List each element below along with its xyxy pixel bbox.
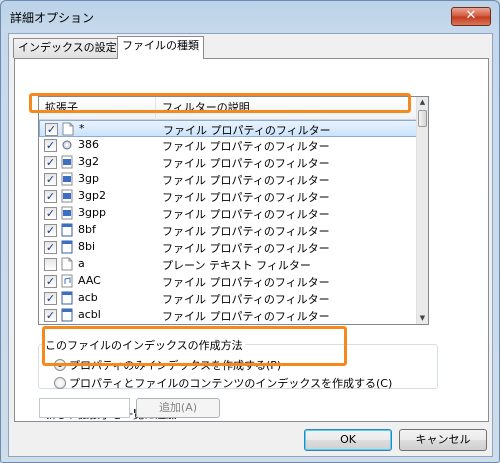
row-checkbox[interactable]: ✓ — [44, 173, 57, 186]
tab-file-types[interactable]: ファイルの種類 — [117, 36, 204, 59]
gear-file-icon — [61, 138, 73, 152]
window-file-icon — [61, 240, 73, 254]
window-title: 詳細オプション — [10, 11, 95, 25]
video-file-icon — [61, 155, 73, 169]
column-header-description[interactable]: フィルターの説明 — [156, 97, 417, 120]
file-type-list[interactable]: 拡張子 フィルターの説明 ✓ * ファイル プロパティのフィルター ✓ 386 ファイル … — [38, 96, 429, 325]
table-row[interactable]: ✓ 3gp2 ファイル プロパティのフィルター — [39, 188, 417, 205]
table-row[interactable]: ✓ 8bi ファイル プロパティのフィルター — [39, 239, 417, 256]
tab-index-settings[interactable]: インデックスの設定 — [13, 38, 122, 58]
table-row[interactable]: ✓ acb ファイル プロパティのフィルター — [39, 290, 417, 307]
list-header: 拡張子 フィルターの説明 — [39, 97, 417, 120]
index-method-label: このファイルのインデックスの作成方法 — [43, 337, 245, 353]
table-row[interactable]: ✓ 8bf ファイル プロパティのフィルター — [39, 222, 417, 239]
row-extension: 3gp — [78, 172, 99, 185]
list-rows: ✓ * ファイル プロパティのフィルター ✓ 386 ファイル プロパティのフィルター ✓ 3… — [39, 120, 417, 325]
add-extension-button[interactable]: 追加(A) — [136, 398, 220, 418]
close-button[interactable]: ✕ — [451, 7, 491, 26]
row-extension: 3g2 — [78, 155, 99, 168]
row-checkbox[interactable]: ✓ — [44, 241, 57, 254]
blank-file-icon — [61, 257, 73, 271]
row-extension: * — [79, 122, 85, 135]
radio-properties-and-content[interactable] — [54, 377, 66, 389]
dialog-window: 詳細オプション ✕ インデックスの設定 ファイルの種類 拡張子 フィルターの説明… — [0, 0, 500, 463]
row-checkbox[interactable]: ✓ — [44, 156, 57, 169]
table-row[interactable]: ✓ 3gp ファイル プロパティのフィルター — [39, 171, 417, 188]
table-row[interactable]: ✓ AAC ファイル プロパティのフィルター — [39, 273, 417, 290]
row-checkbox[interactable]: ✓ — [44, 207, 57, 220]
row-checkbox[interactable]: ✓ — [44, 139, 57, 152]
row-description: ファイル プロパティのフィルター — [162, 191, 330, 204]
radio-properties-only-label[interactable]: プロパティのみインデックスを作成する(P) — [69, 357, 281, 373]
scroll-down-icon[interactable]: ▼ — [417, 313, 428, 324]
radio-selected-dot — [58, 363, 62, 367]
list-scrollbar[interactable]: ▲ ▼ — [416, 97, 428, 324]
column-header-extension[interactable]: 拡張子 — [39, 97, 156, 120]
radio-properties-only[interactable] — [54, 359, 66, 371]
row-description: ファイル プロパティのフィルター — [162, 242, 330, 255]
row-description: ファイル プロパティのフィルター — [163, 124, 331, 137]
row-description: ファイル プロパティのフィルター — [162, 293, 330, 306]
dialog-client: インデックスの設定 ファイルの種類 拡張子 フィルターの説明 ✓ * ファイル プロ… — [8, 33, 493, 457]
window-file-icon — [61, 308, 73, 322]
row-description: ファイル プロパティのフィルター — [162, 225, 330, 238]
row-description: ファイル プロパティのフィルター — [162, 140, 330, 153]
new-extension-input[interactable] — [39, 398, 130, 418]
row-description: ファイル プロパティのフィルター — [162, 276, 330, 289]
video-file-icon — [61, 189, 73, 203]
row-extension: 386 — [78, 138, 99, 151]
table-row[interactable]: ✓ * ファイル プロパティのフィルター — [39, 120, 417, 137]
table-row[interactable]: a プレーン テキスト フィルター — [39, 256, 417, 273]
row-description: ファイル プロパティのフィルター — [162, 310, 330, 323]
row-checkbox[interactable] — [44, 258, 57, 271]
row-description: プレーン テキスト フィルター — [162, 259, 311, 272]
radio-properties-and-content-label[interactable]: プロパティとファイルのコンテンツのインデックスを作成する(C) — [69, 375, 392, 391]
row-extension: 8bf — [78, 223, 96, 236]
row-extension: a — [78, 257, 85, 270]
row-checkbox[interactable]: ✓ — [44, 275, 57, 288]
table-row[interactable]: ✓ acbl ファイル プロパティのフィルター — [39, 307, 417, 324]
row-checkbox[interactable]: ✓ — [44, 292, 57, 305]
table-row[interactable]: ✓ 386 ファイル プロパティのフィルター — [39, 137, 417, 154]
row-checkbox[interactable]: ✓ — [44, 190, 57, 203]
row-extension: 3gp2 — [78, 189, 106, 202]
ok-button[interactable]: OK — [304, 429, 392, 451]
row-description: ファイル プロパティのフィルター — [162, 208, 330, 221]
cancel-button[interactable]: キャンセル — [399, 429, 487, 451]
row-extension: AAC — [78, 274, 101, 287]
row-description: ファイル プロパティのフィルター — [162, 174, 330, 187]
table-row[interactable]: ✓ 3g2 ファイル プロパティのフィルター — [39, 154, 417, 171]
table-row[interactable]: ✓acrobatsecuri...PDF Filter — [39, 324, 417, 325]
window-file-icon — [61, 223, 73, 237]
table-row[interactable]: ✓ 3gpp ファイル プロパティのフィルター — [39, 205, 417, 222]
audio-file-icon — [61, 274, 73, 288]
video-file-icon — [61, 172, 73, 186]
row-extension: 8bi — [78, 240, 96, 253]
scroll-up-icon[interactable]: ▲ — [417, 97, 428, 108]
row-extension: 3gpp — [78, 206, 106, 219]
video-file-icon — [61, 206, 73, 220]
row-extension: acb — [78, 291, 98, 304]
blank-file-icon — [62, 122, 74, 136]
row-checkbox[interactable]: ✓ — [45, 123, 58, 136]
tab-panel-file-types: 拡張子 フィルターの説明 ✓ * ファイル プロパティのフィルター ✓ 386 ファイル … — [14, 58, 489, 422]
window-file-icon — [61, 291, 73, 305]
row-checkbox[interactable]: ✓ — [44, 309, 57, 322]
row-description: ファイル プロパティのフィルター — [162, 157, 330, 170]
row-extension: acbl — [78, 308, 101, 321]
row-checkbox[interactable]: ✓ — [44, 224, 57, 237]
scrollbar-thumb[interactable] — [418, 110, 427, 127]
